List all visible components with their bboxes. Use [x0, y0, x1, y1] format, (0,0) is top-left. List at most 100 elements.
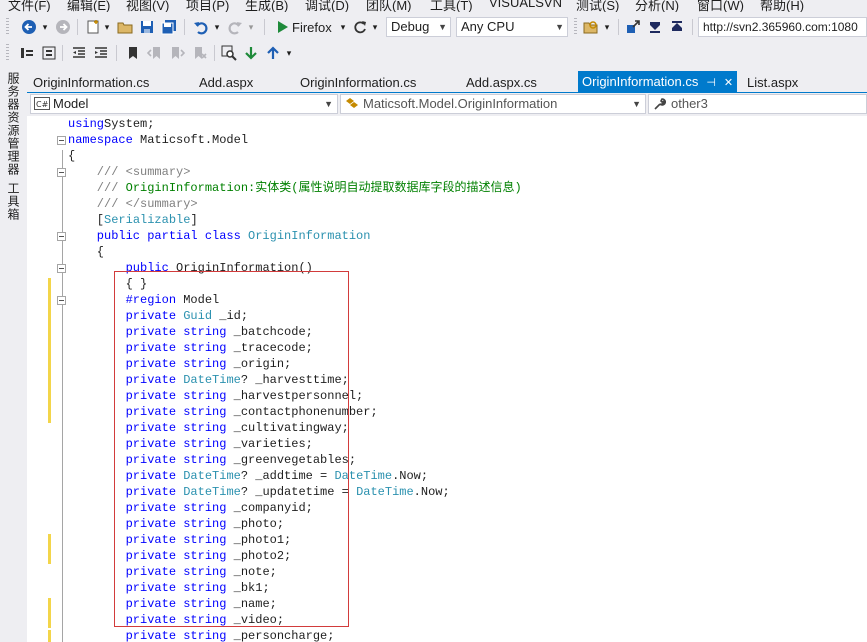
redo-dropdown-icon[interactable]: ▾: [246, 17, 256, 37]
code-line[interactable]: private DateTime? _harvesttime;: [68, 372, 349, 388]
bookmark-icon[interactable]: [124, 43, 142, 63]
code-line[interactable]: public partial class OriginInformation: [68, 228, 371, 244]
code-line[interactable]: private DateTime? _updatetime = DateTime…: [68, 484, 450, 500]
code-line[interactable]: private string _note;: [68, 564, 277, 580]
toolbar-overflow-icon[interactable]: ▾: [284, 43, 294, 63]
code-line[interactable]: private Guid _id;: [68, 308, 248, 324]
url-input[interactable]: http://svn2.365960.com:1080: [698, 17, 867, 37]
svn-update-icon[interactable]: [646, 17, 664, 37]
code-line[interactable]: private string _companyid;: [68, 500, 313, 516]
type-select[interactable]: Maticsoft.Model.OriginInformation ▼: [340, 94, 646, 114]
menu-visualsvn[interactable]: VISUALSVN: [489, 0, 562, 10]
code-line[interactable]: private string _photo;: [68, 516, 284, 532]
refresh-icon[interactable]: [352, 17, 368, 37]
previous-bookmark-icon[interactable]: [146, 43, 164, 63]
code-line[interactable]: private string _contactphonenumber;: [68, 404, 378, 420]
decrease-indent-icon[interactable]: [70, 43, 88, 63]
code-line[interactable]: private string _batchcode;: [68, 324, 313, 340]
platform-select[interactable]: Any CPU ▼: [456, 17, 568, 37]
collapse-constructor-icon[interactable]: [57, 264, 66, 273]
pin-icon[interactable]: ⊣: [706, 73, 716, 94]
next-bookmark-icon[interactable]: [168, 43, 186, 63]
code-line[interactable]: public OriginInformation(): [68, 260, 313, 276]
code-line[interactable]: private string _photo2;: [68, 548, 292, 564]
code-line[interactable]: private string _harvestpersonnel;: [68, 388, 364, 404]
menu-test[interactable]: 测试(S): [576, 0, 619, 12]
code-line[interactable]: private string _greenvegetables;: [68, 452, 356, 468]
code-line[interactable]: {: [68, 244, 104, 260]
menu-analyze[interactable]: 分析(N): [635, 0, 679, 12]
menu-help[interactable]: 帮助(H): [760, 0, 804, 12]
collapse-summary-icon[interactable]: [57, 168, 66, 177]
code-line[interactable]: usingSystem;: [68, 116, 154, 132]
parameter-info-icon[interactable]: [40, 43, 58, 63]
undo-icon[interactable]: [192, 17, 210, 37]
code-line[interactable]: private string _bk1;: [68, 580, 270, 596]
menu-debug[interactable]: 调试(D): [305, 0, 349, 12]
code-line[interactable]: private DateTime? _addtime = DateTime.No…: [68, 468, 428, 484]
toolbar-gripper[interactable]: [6, 18, 9, 36]
code-editor[interactable]: usingSystem; namespace Maticsoft.Model{ /…: [27, 116, 867, 642]
menu-project[interactable]: 项目(P): [186, 0, 229, 12]
menu-build[interactable]: 生成(B): [245, 0, 288, 12]
run-target-dropdown-icon[interactable]: ▾: [338, 17, 348, 37]
tab-origininformation-cs-1[interactable]: OriginInformation.cs: [33, 73, 149, 92]
undo-dropdown-icon[interactable]: ▾: [212, 17, 222, 37]
toolbar-gripper[interactable]: [6, 44, 9, 62]
find-icon[interactable]: [220, 43, 238, 63]
tab-origininformation-cs-active[interactable]: OriginInformation.cs ⊣ ✕: [578, 71, 738, 94]
code-line[interactable]: {: [68, 148, 75, 164]
run-target[interactable]: Firefox: [292, 17, 336, 37]
toolbar-gripper[interactable]: [574, 18, 577, 36]
code-line[interactable]: /// </summary>: [68, 196, 198, 212]
new-dropdown-icon[interactable]: ▾: [102, 17, 112, 37]
start-debugging-icon[interactable]: [274, 17, 290, 37]
arrow-up-icon[interactable]: [264, 43, 282, 63]
code-line[interactable]: private string _photo1;: [68, 532, 292, 548]
svn-commit-icon[interactable]: [668, 17, 686, 37]
project-select[interactable]: C# Model ▼: [30, 94, 338, 114]
refresh-dropdown-icon[interactable]: ▾: [370, 17, 380, 37]
save-all-icon[interactable]: [160, 17, 178, 37]
new-project-icon[interactable]: [84, 17, 102, 37]
save-icon[interactable]: [138, 17, 156, 37]
close-icon[interactable]: ✕: [724, 73, 733, 94]
collapse-namespace-icon[interactable]: [57, 136, 66, 145]
redo-icon[interactable]: [226, 17, 244, 37]
code-line[interactable]: private string _personcharge;: [68, 628, 335, 642]
collapse-class-icon[interactable]: [57, 232, 66, 241]
back-icon[interactable]: [20, 17, 38, 37]
code-line[interactable]: private string _video;: [68, 612, 284, 628]
code-line[interactable]: private string _tracecode;: [68, 340, 313, 356]
back-dropdown-icon[interactable]: ▾: [40, 17, 50, 37]
tab-add-aspx[interactable]: Add.aspx: [199, 73, 253, 92]
code-line[interactable]: private string _varieties;: [68, 436, 313, 452]
menu-tools[interactable]: 工具(T): [430, 0, 473, 12]
menu-view[interactable]: 视图(V): [126, 0, 169, 12]
open-folder-icon[interactable]: [116, 17, 134, 37]
tab-add-aspx-cs[interactable]: Add.aspx.cs: [466, 73, 537, 92]
code-line[interactable]: #region Model: [68, 292, 220, 308]
code-line[interactable]: private string _name;: [68, 596, 277, 612]
side-tab-toolbox[interactable]: 工具箱: [5, 182, 22, 221]
code-line[interactable]: private string _cultivatingway;: [68, 420, 349, 436]
menu-team[interactable]: 团队(M): [366, 0, 412, 12]
configuration-select[interactable]: Debug ▼: [386, 17, 451, 37]
member-select[interactable]: other3: [648, 94, 867, 114]
tab-list-aspx[interactable]: List.aspx: [747, 73, 798, 92]
menu-edit[interactable]: 编辑(E): [67, 0, 110, 12]
code-line[interactable]: namespace Maticsoft.Model: [68, 132, 248, 148]
collapse-region-icon[interactable]: [57, 296, 66, 305]
find-dropdown-icon[interactable]: ▾: [602, 17, 612, 37]
side-tab-server-explorer[interactable]: 服务器资源管理器: [5, 72, 22, 176]
code-line[interactable]: private string _origin;: [68, 356, 292, 372]
arrow-down-icon[interactable]: [242, 43, 260, 63]
attach-process-icon[interactable]: [624, 17, 642, 37]
increase-indent-icon[interactable]: [92, 43, 110, 63]
code-line[interactable]: /// OriginInformation:实体类(属性说明自动提取数据库字段的…: [68, 180, 522, 196]
code-line[interactable]: { }: [68, 276, 148, 292]
menu-window[interactable]: 窗口(W): [697, 0, 744, 12]
menu-file[interactable]: 文件(F): [8, 0, 51, 12]
member-list-icon[interactable]: [18, 43, 36, 63]
code-line[interactable]: [Serializable]: [68, 212, 198, 228]
